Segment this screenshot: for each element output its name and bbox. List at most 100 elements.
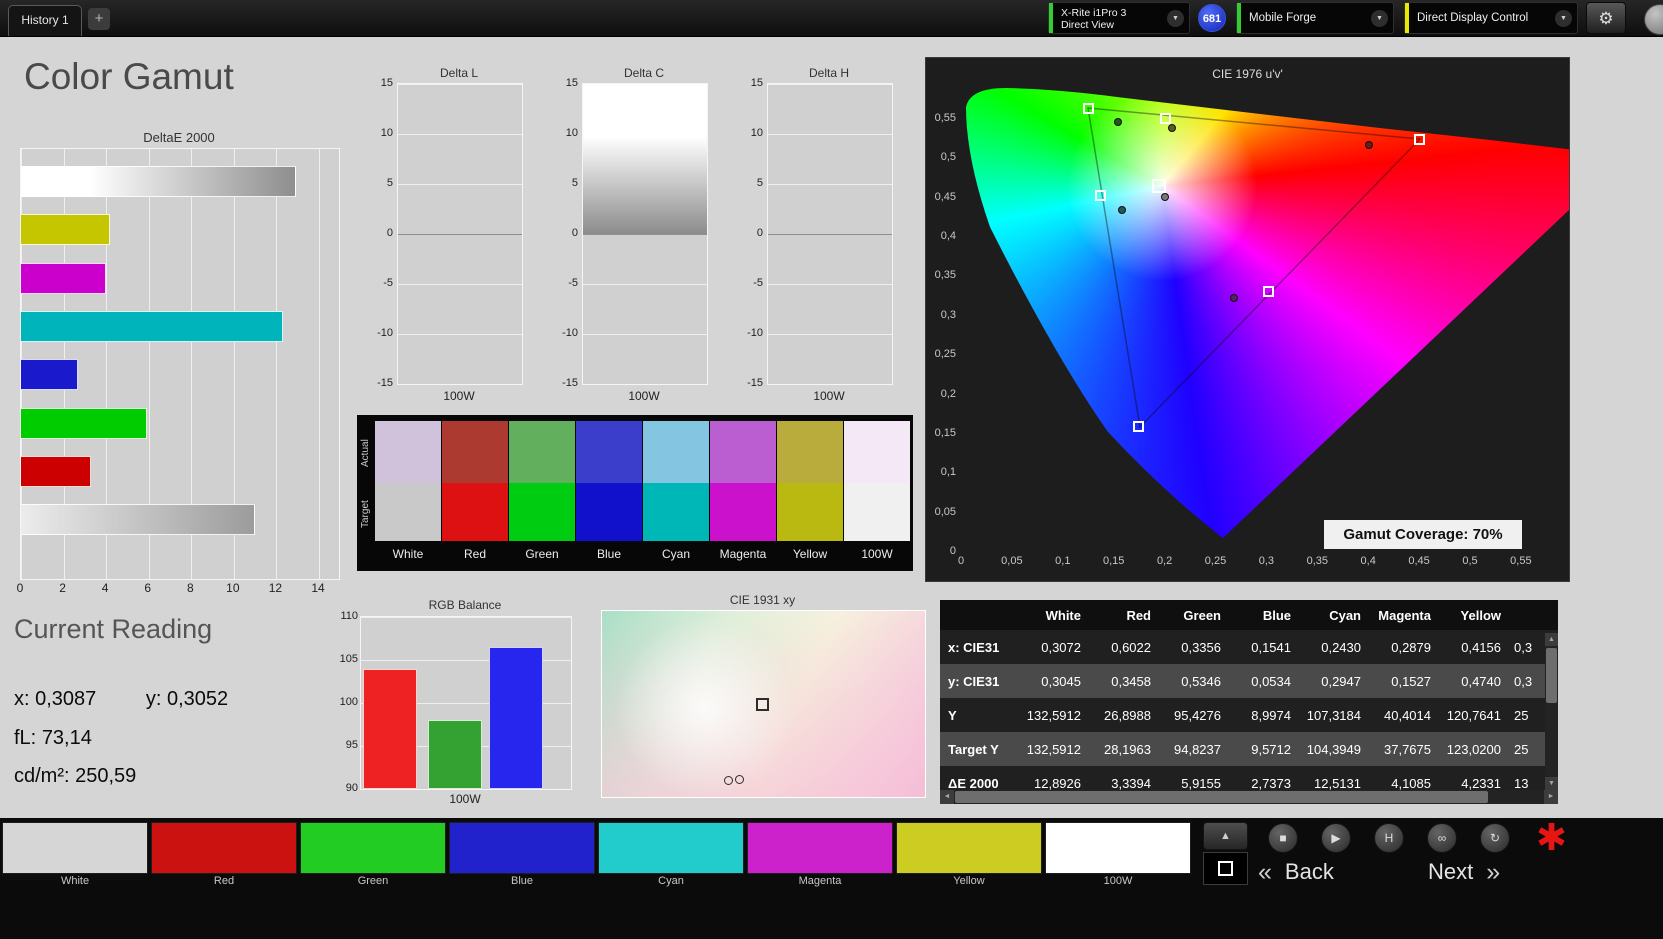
table-cell: 28,1963 [1104, 741, 1151, 757]
table-cell: 0,2947 [1321, 673, 1361, 689]
cie1976-y-tick-label: 0,4 [940, 230, 956, 243]
target-swatch [844, 483, 910, 541]
pattern-swatch-cyan[interactable]: Cyan [598, 822, 744, 889]
cdm2-label: cd/m²: [14, 765, 70, 787]
pattern-swatch-label: White [60, 875, 90, 887]
cie1976-y-tick-label: 0,1 [940, 466, 956, 479]
scroll-down-button[interactable]: ▼ [1545, 777, 1558, 790]
cie1976-y-tick-label: 0,2 [940, 387, 956, 400]
pattern-swatch-magenta[interactable]: Magenta [747, 822, 893, 889]
actual-swatch [442, 421, 508, 483]
cie1976-target-marker [1095, 189, 1107, 201]
delta-c-chart: Delta C 100W 15 10 5 0 -5 -10 -15 [558, 66, 710, 406]
deltae-plot [20, 148, 340, 580]
deltae-bar-cyan [21, 310, 283, 342]
play-button[interactable]: ▶ [1321, 823, 1351, 853]
display-control-label: Direct Display Control [1417, 12, 1529, 24]
cie1976-y-tick-label: 0,15 [934, 426, 956, 439]
results-table: White Red Green Blue Cyan Magenta Yellow x: CIE… [940, 600, 1558, 804]
pattern-swatch-blue[interactable]: Blue [449, 822, 595, 889]
scroll-up-button[interactable]: ▲ [1545, 633, 1558, 646]
scroll-left-button[interactable]: ◄ [940, 790, 954, 804]
table-header-cell: White [1045, 607, 1081, 623]
pattern-swatch-100w[interactable]: 100W [1045, 822, 1191, 889]
horizontal-scroll-thumb[interactable] [955, 791, 1488, 803]
meter-dropdown[interactable]: X-Rite i1Pro 3 Direct View ▼ [1048, 2, 1190, 34]
delta-l-y-tick-label: -15 [377, 377, 393, 389]
rgb-bar-green [428, 720, 482, 789]
delta-c-plot [582, 83, 708, 385]
back-chevron-icon: « [1258, 857, 1272, 886]
chevron-down-icon[interactable]: ▼ [1555, 10, 1572, 27]
cie1976-x-tick-label: 0,2 [1156, 555, 1173, 567]
page-title: Color Gamut [24, 56, 234, 97]
pattern-swatch-red[interactable]: Red [151, 822, 297, 889]
levels-button[interactable]: H [1374, 823, 1404, 853]
strip-column-label: Red [463, 547, 486, 561]
pattern-status-bar [1237, 3, 1241, 33]
stop-button[interactable]: ■ [1268, 823, 1298, 853]
pattern-source-dropdown[interactable]: Mobile Forge ▼ [1236, 2, 1394, 34]
delta-l-gridline [398, 334, 522, 335]
delta-c-y-tick-label: 15 [565, 77, 578, 89]
table-cell: 9,5712 [1251, 741, 1291, 757]
delta-l-y-tick-label: -10 [377, 327, 393, 339]
vertical-scroll-thumb[interactable] [1546, 648, 1557, 703]
cie1976-y-tick-label: 0,05 [934, 505, 956, 518]
continuous-read-button[interactable]: ∞ [1427, 823, 1457, 853]
back-button[interactable]: « Back [1258, 856, 1334, 888]
delta-l-y-tick-label: 0 [386, 227, 393, 239]
deltae-x-tick-label: 0 [16, 581, 24, 595]
scroll-right-button[interactable]: ► [1544, 790, 1558, 804]
deltae-x-tick-label: 4 [101, 581, 109, 595]
chevron-down-icon[interactable]: ▼ [1371, 10, 1388, 27]
cie1976-target-marker [1082, 102, 1094, 114]
delta-h-x-label: 100W [813, 389, 845, 403]
deltae-bar-red [21, 455, 92, 487]
pattern-swatch-yellow[interactable]: Yellow [896, 822, 1042, 889]
table-cell: 94,8237 [1174, 741, 1221, 757]
chevron-down-icon[interactable]: ▼ [1167, 10, 1184, 27]
add-tab-button[interactable]: + [88, 8, 110, 30]
table-cell: 26,8988 [1104, 707, 1151, 723]
cie1976-target-marker [1414, 133, 1426, 145]
rgb-y-tick-label: 95 [345, 739, 358, 751]
table-vertical-scrollbar[interactable]: ▲ ▼ [1545, 633, 1558, 790]
display-control-dropdown[interactable]: Direct Display Control ▼ [1404, 2, 1578, 34]
deltae-bar-blue [21, 359, 79, 391]
cdm2-value: 250,59 [75, 765, 137, 787]
cie1931-chart: CIE 1931 xy [600, 593, 926, 803]
table-cell: 95,4276 [1174, 707, 1221, 723]
pattern-swatch-green[interactable]: Green [300, 822, 446, 889]
delta-l-y-tick-label: 10 [380, 127, 393, 139]
target-swatch [777, 483, 843, 541]
tab-history[interactable]: History 1 [8, 5, 82, 36]
y-value: 0,3052 [166, 688, 229, 710]
delta-l-gridline [398, 284, 522, 285]
next-chevron-icon: » [1486, 857, 1501, 886]
table-cell: 0,2879 [1391, 639, 1431, 655]
corner-button[interactable] [1644, 4, 1663, 35]
refresh-button[interactable]: ↻ [1480, 823, 1510, 853]
gamut-coverage-readout: Gamut Coverage: 70% [1324, 520, 1522, 549]
rgb-balance-plot [360, 616, 572, 790]
actual-swatch [777, 421, 843, 483]
table-horizontal-scrollbar[interactable]: ◄ ► [940, 790, 1558, 804]
delta-c-y-tick-label: -15 [562, 377, 578, 389]
delta-l-gridline [398, 84, 522, 85]
strip-column-100w: 100W [844, 421, 910, 561]
table-cell: 8,9974 [1251, 707, 1291, 723]
pattern-swatch-white[interactable]: White [2, 822, 148, 889]
cie1976-x-tick-label: 0,45 [1408, 555, 1430, 567]
table-row: y: CIE31 0,3045 0,3458 0,5346 0,0534 0,2947 0,… [940, 664, 1558, 698]
pattern-swatch-label: Cyan [658, 875, 684, 887]
settings-button[interactable]: ⚙ [1586, 2, 1626, 34]
table-cell: 0,1541 [1251, 639, 1291, 655]
table-cell: 4,2331 [1461, 775, 1501, 791]
delta-c-y-tick-label: 5 [571, 177, 578, 189]
pattern-window-button[interactable] [1203, 852, 1248, 885]
strip-column-label: 100W [861, 547, 893, 561]
panel-collapse-button[interactable]: ▲ [1203, 822, 1248, 850]
next-button[interactable]: Next » [1428, 856, 1500, 888]
cie1976-y-tick-label: 0,3 [940, 308, 956, 321]
